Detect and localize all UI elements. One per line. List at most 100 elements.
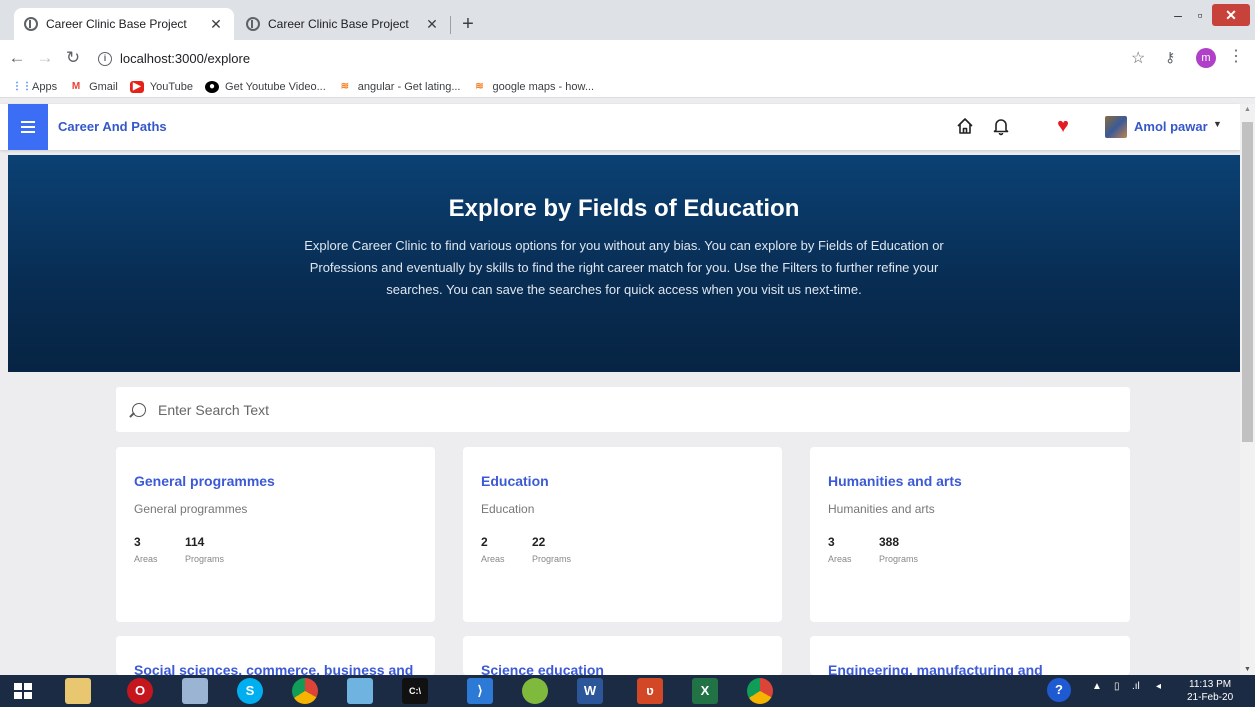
maximize-button[interactable]: ▫	[1190, 4, 1210, 26]
url-text: localhost:3000/explore	[120, 51, 251, 66]
apps-grid-icon: ⋮⋮	[12, 80, 32, 92]
card-title[interactable]: Humanities and arts	[828, 473, 962, 489]
card-title[interactable]: Social sciences, commerce, business and	[134, 662, 413, 675]
bookmark-apps[interactable]: ⋮⋮ Apps	[12, 81, 57, 93]
areas-stat: 2 Areas	[481, 535, 505, 564]
caret-down-icon[interactable]: ▼	[1213, 119, 1222, 129]
network-icon[interactable]: .ıl	[1132, 681, 1140, 692]
bookmark-label: angular - Get lating...	[357, 80, 461, 93]
brand-link[interactable]: Career And Paths	[58, 119, 167, 134]
paint-icon[interactable]	[182, 678, 208, 704]
card-title[interactable]: Science education	[481, 662, 604, 675]
user-menu[interactable]: Amol pawar	[1134, 119, 1208, 134]
clock-date: 21-Feb-20	[1187, 692, 1234, 703]
key-icon[interactable]: ⚷	[1165, 49, 1175, 66]
scrollbar-thumb[interactable]	[1242, 122, 1253, 442]
gmail-icon: M	[71, 80, 81, 92]
minimize-button[interactable]: –	[1168, 4, 1188, 26]
browser-tab-active[interactable]: Career Clinic Base Project ✕	[14, 8, 234, 40]
chrome-icon[interactable]	[747, 678, 773, 704]
more-menu-icon[interactable]: ⋮	[1228, 46, 1244, 66]
search-input[interactable]	[158, 401, 1058, 418]
clock-time: 11:13 PM	[1189, 679, 1232, 690]
card-title[interactable]: Engineering, manufacturing and	[828, 662, 1043, 675]
opera-icon[interactable]: O	[127, 678, 153, 704]
close-icon[interactable]: ✕	[424, 16, 440, 33]
skype-icon[interactable]: S	[237, 678, 263, 704]
programs-stat: 388 Programs	[879, 535, 918, 564]
field-card[interactable]: Engineering, manufacturing and	[810, 636, 1130, 675]
hero-description: Explore Career Clinic to find various op…	[304, 238, 944, 297]
programs-label: Programs	[879, 554, 919, 564]
bookmark-label: Gmail	[89, 80, 118, 93]
hamburger-menu-button[interactable]	[8, 104, 48, 150]
file-explorer-icon[interactable]	[65, 678, 91, 704]
window-close-button[interactable]: ✕	[1212, 4, 1250, 26]
reload-icon[interactable]: ↻	[62, 48, 84, 68]
field-card[interactable]: Social sciences, commerce, business and	[116, 636, 435, 675]
bookmark-star-icon[interactable]: ☆	[1131, 48, 1145, 68]
word-icon[interactable]: W	[577, 678, 603, 704]
programs-stat: 114 Programs	[185, 535, 224, 564]
app-icon[interactable]	[522, 678, 548, 704]
stackoverflow-icon: ≋	[340, 80, 349, 92]
card-title[interactable]: General programmes	[134, 473, 275, 489]
avatar[interactable]	[1105, 116, 1127, 138]
vscode-icon[interactable]: ⟩	[467, 678, 493, 704]
new-tab-button[interactable]: +	[458, 12, 478, 36]
areas-stat: 3 Areas	[134, 535, 158, 564]
battery-icon[interactable]: ▯	[1114, 681, 1120, 692]
bookmark-gmail[interactable]: M Gmail	[69, 81, 118, 93]
heart-icon[interactable]: ♥	[1052, 116, 1074, 136]
page-scrollbar[interactable]: ▲ ▼	[1240, 104, 1255, 675]
card-title[interactable]: Education	[481, 473, 549, 489]
excel-icon[interactable]: X	[692, 678, 718, 704]
forward-arrow-icon[interactable]: →	[34, 48, 56, 68]
field-card[interactable]: General programmes General programmes 3 …	[116, 447, 435, 622]
browser-tab[interactable]: Career Clinic Base Project ✕	[236, 8, 450, 40]
app-navbar: Career And Paths ♥ Amol pawar ▼	[0, 104, 1240, 150]
terminal-icon[interactable]: C:\	[402, 678, 428, 704]
field-card[interactable]: Education Education 2 Areas 22 Programs	[463, 447, 782, 622]
browser-toolbar: ← → ↻ i localhost:3000/explore ☆ ⚷ m ⋮	[0, 40, 1255, 76]
taskbar-clock[interactable]: 11:13 PM 21-Feb-20	[1187, 678, 1233, 704]
volume-icon[interactable]: ◂	[1156, 681, 1161, 692]
tab-divider	[450, 16, 451, 34]
hero-banner: Explore by Fields of Education Explore C…	[8, 155, 1240, 372]
pdf-icon[interactable]: ʋ	[637, 678, 663, 704]
windows-start-icon[interactable]	[10, 678, 36, 704]
programs-count: 22	[532, 535, 546, 549]
help-icon[interactable]: ?	[1047, 678, 1071, 702]
card-subtitle: General programmes	[134, 502, 248, 516]
bookmarks-bar: ⋮⋮ Apps M Gmail ▶ YouTube ● Get Youtube Vide…	[0, 76, 1255, 98]
notepad-icon[interactable]	[347, 678, 373, 704]
areas-count: 2	[481, 535, 488, 549]
home-icon[interactable]	[955, 116, 975, 136]
youtube-icon: ▶	[129, 80, 144, 93]
programs-label: Programs	[532, 554, 572, 564]
back-arrow-icon[interactable]: ←	[6, 48, 28, 68]
field-card[interactable]: Science education	[463, 636, 782, 675]
bell-icon[interactable]	[991, 116, 1011, 136]
globe-icon	[24, 17, 38, 31]
tab-title: Career Clinic Base Project	[268, 17, 409, 31]
search-icon	[132, 402, 146, 417]
scroll-up-arrow-icon[interactable]: ▲	[1240, 106, 1255, 113]
info-icon[interactable]: i	[98, 51, 112, 66]
bookmark-label: YouTube	[149, 80, 194, 93]
profile-avatar[interactable]: m	[1196, 48, 1216, 68]
chrome-icon[interactable]	[292, 678, 318, 704]
bookmark-github[interactable]: ● Get Youtube Video...	[205, 80, 326, 93]
tray-chevron-icon[interactable]: ▲	[1092, 681, 1102, 692]
field-card[interactable]: Humanities and arts Humanities and arts …	[810, 447, 1130, 622]
search-bar	[116, 387, 1130, 432]
card-subtitle: Education	[481, 502, 535, 516]
page-title: Explore by Fields of Education	[448, 195, 800, 222]
bookmark-stackoverflow-1[interactable]: ≋ angular - Get lating...	[338, 81, 461, 93]
address-bar[interactable]: i localhost:3000/explore	[98, 46, 1156, 71]
tab-title: Career Clinic Base Project	[46, 17, 187, 31]
bookmark-youtube[interactable]: ▶ YouTube	[129, 80, 194, 93]
bookmark-stackoverflow-2[interactable]: ≋ google maps - how...	[473, 81, 594, 93]
scroll-down-arrow-icon[interactable]: ▼	[1240, 666, 1255, 673]
close-icon[interactable]: ✕	[208, 16, 224, 33]
